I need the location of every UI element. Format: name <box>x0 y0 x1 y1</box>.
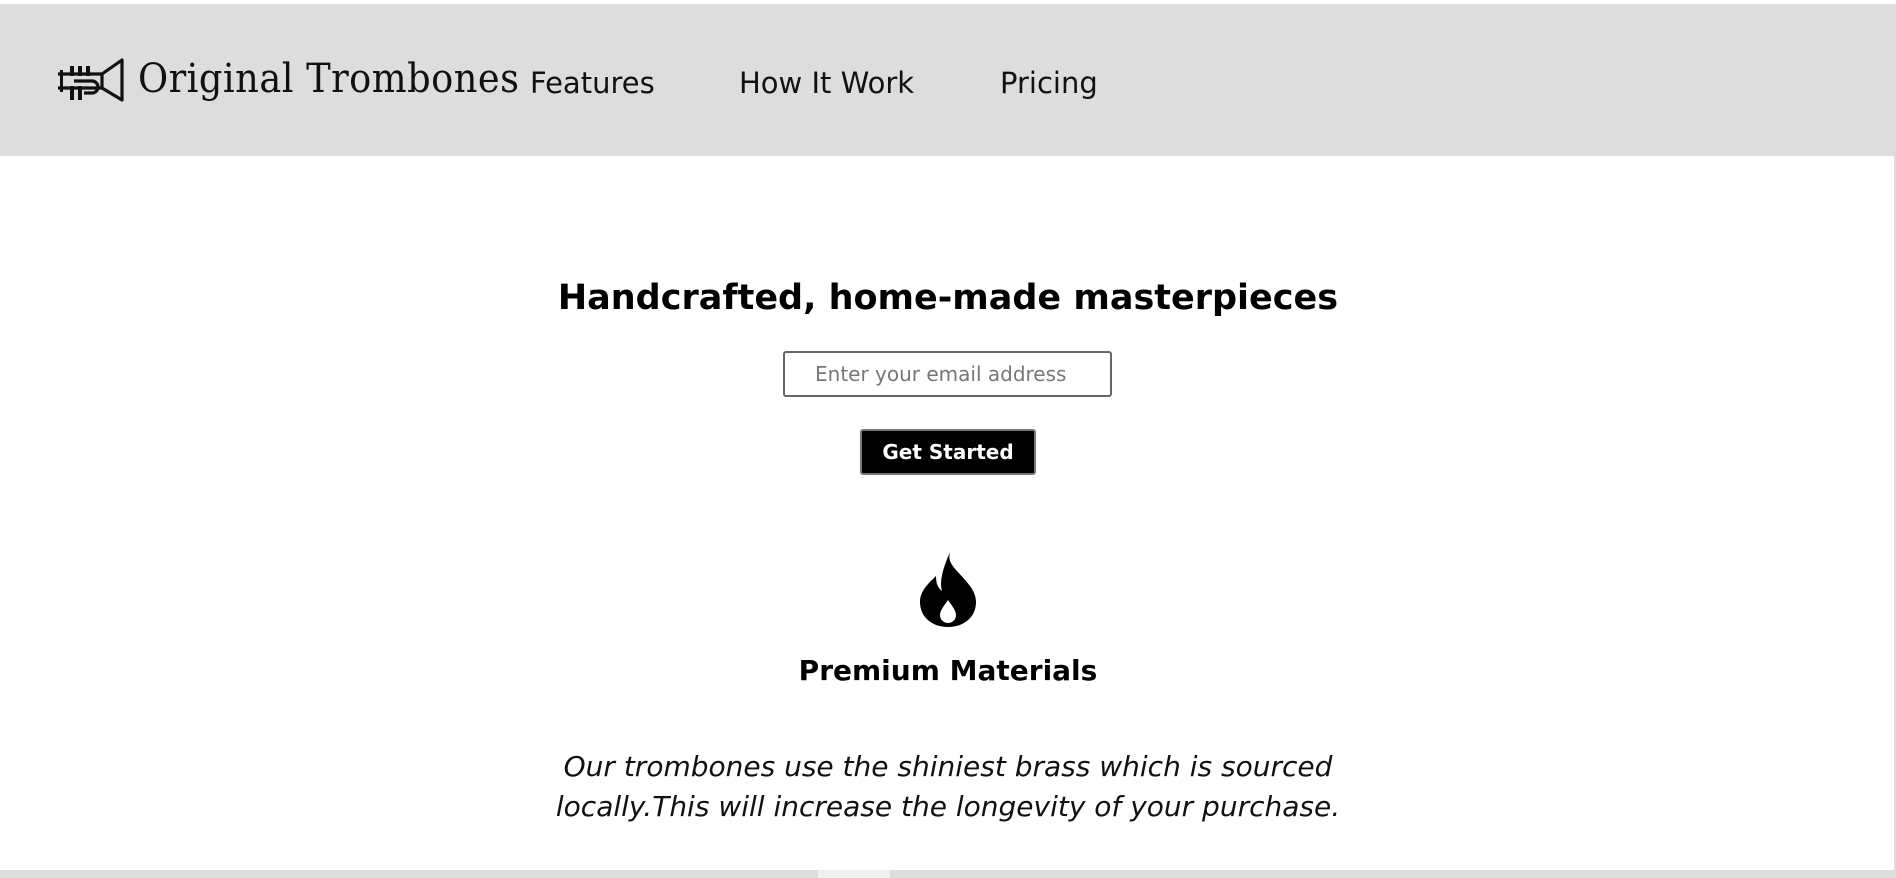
hero-title: Handcrafted, home-made masterpieces <box>557 278 1339 318</box>
trumpet-icon <box>58 58 124 102</box>
flame-icon <box>920 552 976 627</box>
nav-link-features[interactable]: Features <box>530 66 655 100</box>
feature-description: Our trombones use the shiniest brass whi… <box>555 750 1341 823</box>
scrollbar-thumb[interactable] <box>818 870 890 878</box>
brand-logo[interactable]: Original Trombones <box>56 54 553 104</box>
horizontal-scrollbar[interactable] <box>0 870 1896 878</box>
nav-link-how-it-work[interactable]: How It Work <box>739 66 914 100</box>
site-header: Original Trombones Features How It Work … <box>0 4 1896 156</box>
email-input[interactable] <box>783 351 1112 397</box>
brand-name: Original Trombones <box>138 56 520 102</box>
feature-title: Premium Materials <box>798 654 1098 687</box>
nav-link-pricing[interactable]: Pricing <box>1000 66 1098 100</box>
get-started-button[interactable]: Get Started <box>860 429 1036 475</box>
